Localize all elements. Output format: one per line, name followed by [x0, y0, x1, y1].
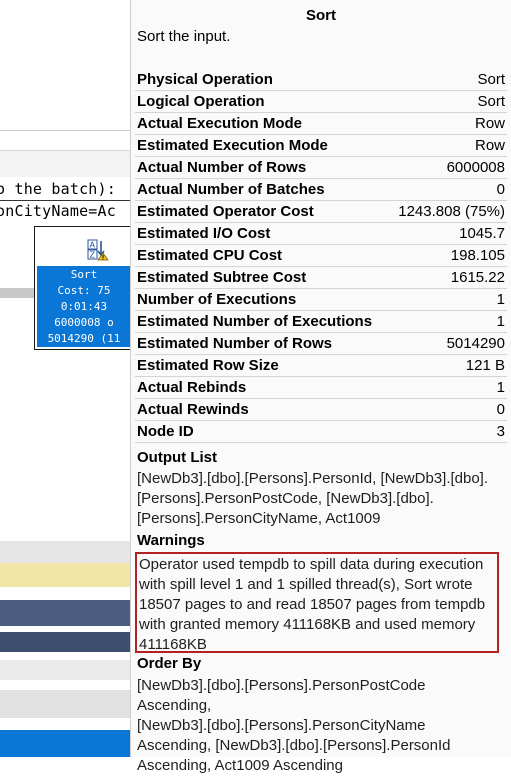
plan-dark-band	[0, 632, 132, 652]
warning-line: 18507 pages to and read 18507 pages from…	[139, 596, 486, 613]
query-text-line-2: onCityName=Ac	[0, 202, 116, 220]
property-key: Estimated Row Size	[137, 357, 279, 374]
property-row: Estimated Row Size 121 B	[135, 355, 507, 377]
property-row: Estimated CPU Cost 198.105	[135, 245, 507, 267]
properties-table: Physical Operation Sort Logical Operation S…	[135, 69, 507, 443]
plan-separator	[0, 130, 132, 131]
property-key: Estimated Number of Executions	[137, 313, 373, 330]
warning-line: 411168KB	[139, 636, 207, 653]
property-value: Row	[474, 137, 505, 154]
property-row: Physical Operation Sort	[135, 69, 507, 91]
property-row: Logical Operation Sort	[135, 91, 507, 113]
property-key: Actual Execution Mode	[137, 115, 303, 132]
output-list-title: Output List	[137, 449, 217, 466]
property-value: 1615.22	[450, 269, 505, 286]
property-key: Estimated I/O Cost	[137, 225, 271, 242]
property-key: Node ID	[137, 423, 194, 440]
property-row: Estimated Number of Rows 5014290	[135, 333, 507, 355]
node-elapsed-time: 0:01:43	[60, 300, 108, 313]
plan-highlight-band	[0, 563, 132, 587]
sort-operator-node[interactable]: A Z Sort Cost: 75 0:01:43 6000008 o 5014…	[34, 226, 132, 350]
order-by-line: [NewDb3].[dbo].[Persons].PersonCityName	[137, 717, 426, 734]
plan-header-band	[0, 150, 132, 177]
property-value: 6000008	[446, 159, 505, 176]
output-list-line: [NewDb3].[dbo].[Persons].PersonId, [NewD…	[137, 470, 489, 487]
warning-line: with granted memory 411168KB and used me…	[139, 616, 476, 633]
property-value: Row	[474, 115, 505, 132]
tooltip-description: Sort the input.	[137, 28, 231, 45]
order-by-line: [NewDb3].[dbo].[Persons].PersonPostCode …	[137, 677, 426, 714]
property-value: Sort	[477, 93, 505, 110]
property-key: Number of Executions	[137, 291, 297, 308]
property-value: 3	[496, 423, 505, 440]
query-divider	[0, 200, 132, 201]
property-value: 1	[496, 379, 505, 396]
property-key: Physical Operation	[137, 71, 273, 88]
property-value: 121 B	[465, 357, 505, 374]
warnings-box: Operator used tempdb to spill data durin…	[135, 552, 499, 653]
property-key: Estimated Number of Rows	[137, 335, 333, 352]
plan-row-band	[0, 541, 132, 563]
property-value: 1243.808 (75%)	[398, 203, 505, 220]
property-key: Estimated Subtree Cost	[137, 269, 307, 286]
property-value: 0	[496, 181, 505, 198]
property-row: Estimated Operator Cost 1243.808 (75%)	[135, 201, 507, 223]
property-value: 1	[496, 313, 505, 330]
svg-text:A: A	[90, 241, 96, 250]
execution-plan-canvas: o the batch): onCityName=Ac A Z Sort Cos…	[0, 0, 132, 757]
plan-row-band	[0, 690, 132, 718]
property-row: Actual Rewinds 0	[135, 399, 507, 421]
property-key: Logical Operation	[137, 93, 265, 110]
property-key: Actual Number of Batches	[137, 181, 325, 198]
property-value: 5014290	[446, 335, 505, 352]
output-list-line: [Persons].PersonCityName, Act1009	[137, 510, 381, 527]
plan-connector-arrow	[0, 288, 36, 298]
warning-line: with spill level 1 and 1 spilled thread(…	[139, 576, 473, 593]
property-key: Estimated CPU Cost	[137, 247, 283, 264]
property-value: 1	[496, 291, 505, 308]
tooltip-title: Sort	[306, 7, 336, 24]
property-key: Actual Rewinds	[137, 401, 249, 418]
property-row: Actual Rebinds 1	[135, 377, 507, 399]
property-key: Estimated Execution Mode	[137, 137, 328, 154]
warnings-title: Warnings	[137, 532, 205, 549]
property-row: Estimated I/O Cost 1045.7	[135, 223, 507, 245]
order-by-line: Ascending, Act1009 Ascending	[137, 757, 343, 774]
plan-row-band	[0, 660, 132, 680]
property-row: Number of Executions 1	[135, 289, 507, 311]
sort-warning-icon: A Z	[87, 239, 109, 261]
property-value: 1045.7	[459, 225, 505, 242]
plan-selected-band	[0, 730, 132, 757]
output-list-body: [NewDb3].[dbo].[Persons].PersonId, [NewD…	[137, 469, 499, 529]
node-estimated-rows: 5014290 (11	[47, 332, 121, 345]
order-by-title: Order By	[137, 655, 202, 672]
node-cost: Cost: 75	[57, 284, 111, 297]
warning-line: Operator used tempdb to spill data durin…	[139, 556, 484, 573]
property-row: Node ID 3	[135, 421, 507, 443]
property-row: Actual Execution Mode Row	[135, 113, 507, 135]
svg-text:Z: Z	[90, 251, 96, 260]
property-row: Estimated Number of Executions 1	[135, 311, 507, 333]
property-value: Sort	[477, 71, 505, 88]
property-row: Estimated Execution Mode Row	[135, 135, 507, 157]
query-text-line-1: o the batch):	[0, 180, 116, 198]
property-row: Actual Number of Rows 6000008	[135, 157, 507, 179]
operator-tooltip: Sort Sort the input. Physical Operation S…	[130, 0, 511, 774]
property-value: 198.105	[450, 247, 505, 264]
property-key: Actual Number of Rows	[137, 159, 307, 176]
node-title: Sort	[70, 268, 98, 281]
property-row: Estimated Subtree Cost 1615.22	[135, 267, 507, 289]
property-row: Actual Number of Batches 0	[135, 179, 507, 201]
order-by-line: Ascending, [NewDb3].[dbo].[Persons].Pers…	[137, 737, 451, 754]
node-actual-rows: 6000008 o	[54, 316, 114, 329]
sort-node-selected-panel: Sort Cost: 75 0:01:43 6000008 o 5014290 …	[37, 266, 131, 347]
property-key: Actual Rebinds	[137, 379, 247, 396]
order-by-body: [NewDb3].[dbo].[Persons].PersonPostCode …	[137, 676, 499, 776]
plan-dark-band	[0, 600, 132, 626]
output-list-line: [Persons].PersonPostCode, [NewDb3].[dbo]…	[137, 490, 434, 507]
property-value: 0	[496, 401, 505, 418]
property-key: Estimated Operator Cost	[137, 203, 314, 220]
